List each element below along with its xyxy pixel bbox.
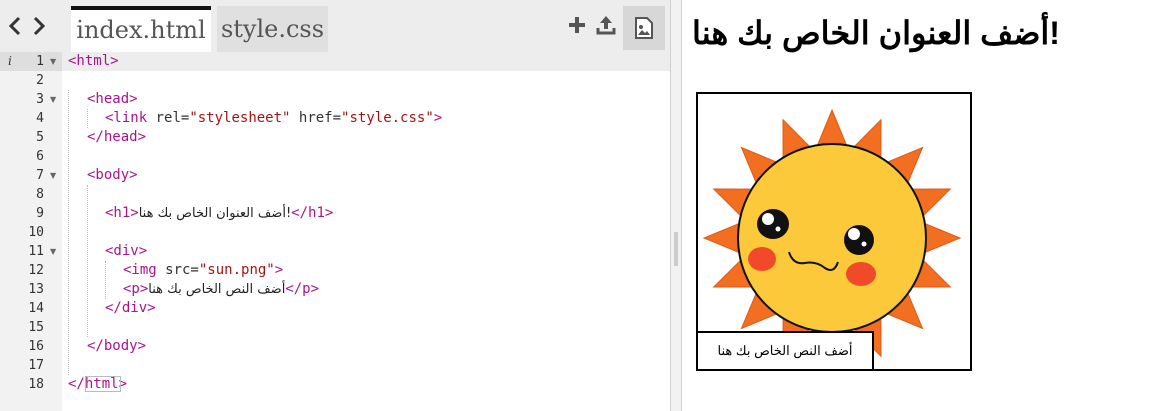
pane-splitter[interactable] [670,0,682,411]
upload-icon [596,16,616,35]
image-icon [635,17,653,39]
line-number: 9 [36,206,44,221]
code-token: "stylesheet" [189,110,291,126]
line-number: 18 [28,377,44,392]
code-token: <img [123,262,157,278]
code-line-13[interactable]: <p>أضف النص الخاص بك هنا</p> [123,280,319,299]
code-token: <link [105,110,148,126]
code-token: <div> [105,243,148,259]
chevron-right-icon [33,16,46,36]
code-token: <body> [87,167,138,183]
line-number: 12 [28,263,44,278]
preview-div-box [696,92,972,371]
line-number: 15 [28,320,44,335]
tab-index-html[interactable]: index.html [71,6,211,52]
code-line-5[interactable]: </head> [87,128,146,147]
code-token: </body> [87,338,147,354]
line-number: 10 [28,225,44,240]
tab-style-css[interactable]: style.css [217,6,328,52]
line-number: 6 [36,149,44,164]
line-number: 17 [28,358,44,373]
code-line-14[interactable]: </div> [105,299,156,318]
code-token: </h1> [291,205,334,221]
code-line-9[interactable]: <h1>!أضف العنوان الخاص بك هنا</h1> [105,204,333,223]
preview-toggle-button[interactable] [623,6,665,50]
line-number: 1 [36,54,44,69]
code-token: !أضف العنوان الخاص بك هنا [138,206,292,221]
line-number: 5 [36,130,44,145]
line-number: 7 [36,168,44,183]
fold-arrow-icon[interactable]: ▼ [50,166,56,185]
code-token: <h1> [105,205,139,221]
sun-image [702,108,962,368]
line-number: 14 [28,301,44,316]
indent-guide [87,109,88,128]
code-token: "sun.png" [198,262,275,278]
fold-arrow-icon[interactable]: ▼ [50,52,56,71]
code-token: أضف النص الخاص بك هنا [148,282,286,297]
add-file-button[interactable] [565,14,589,38]
tab-bar: index.html style.css [0,0,670,52]
code-token: <p> [123,281,149,297]
code-token: </div> [105,300,156,316]
preview-paragraph: أضف النص الخاص بك هنا [696,331,874,371]
chevron-left-icon [8,16,21,36]
forward-button[interactable] [26,14,50,38]
line-number: 16 [28,339,44,354]
back-button[interactable] [4,14,28,38]
info-icon[interactable]: i [8,52,12,71]
plus-icon [569,17,585,33]
code-line-4[interactable]: <link rel="stylesheet" href="style.css"> [105,109,442,128]
code-token: rel= [147,110,190,126]
preview-pane: !أضف العنوان الخاص بك هنا أضف النص الخاص… [682,0,1175,411]
line-number: 13 [28,282,44,297]
indent-guide [105,261,106,299]
code-line-1[interactable]: <html> [68,52,119,71]
line-number: 2 [36,73,44,88]
preview-heading: !أضف العنوان الخاص بك هنا [692,15,1060,51]
code-token: > [433,110,443,126]
code-token: "style.css" [341,110,434,126]
splitter-grip[interactable] [674,232,678,266]
code-token: > [274,262,284,278]
line-number: 4 [36,111,44,126]
code-token: src= [156,262,199,278]
code-line-16[interactable]: </body> [87,337,146,356]
code-token: </p> [285,281,320,297]
code-editor-pane: index.html style.css 1 ▼ 2 3 ▼ 4 5 6 7 ▼ 8 9 10 11 ▼ 12… [0,0,670,411]
line-number: 11 [28,244,44,259]
code-token: </head> [87,129,147,145]
code-line-3[interactable]: <head> [87,90,138,109]
matching-tag-highlight [85,376,121,392]
fold-arrow-icon[interactable]: ▼ [50,90,56,109]
code-line-11[interactable]: <div> [105,242,147,261]
indent-guide [87,185,88,337]
code-token: <head> [87,91,138,107]
line-number: 3 [36,92,44,107]
fold-arrow-icon[interactable]: ▼ [50,242,56,261]
upload-button[interactable] [594,14,618,38]
code-line-7[interactable]: <body> [87,166,138,185]
indent-guide [68,90,69,375]
active-line-highlight [62,52,670,71]
code-token: href= [290,110,342,126]
code-line-12[interactable]: <img src="sun.png"> [123,261,283,280]
code-token: <html> [68,53,119,69]
line-number: 8 [36,187,44,202]
